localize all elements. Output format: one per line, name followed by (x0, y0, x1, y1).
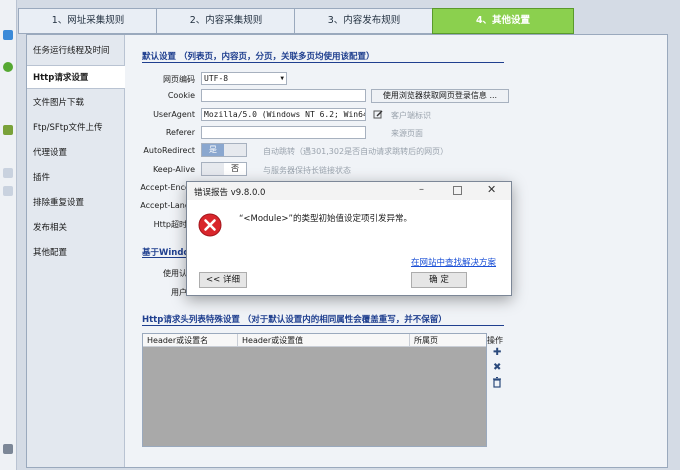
maximize-button[interactable] (453, 186, 462, 195)
tree-expand-icon[interactable] (3, 186, 13, 196)
column-header-value[interactable]: Header或设置值 (238, 334, 410, 347)
settings-sidebar: 任务运行线程及时间 Http请求设置 文件图片下载 Ftp/SFtp文件上传 代… (27, 35, 125, 467)
ops-label: 操作 (487, 336, 503, 345)
column-header-name[interactable]: Header或设置名 (143, 334, 238, 347)
keepalive-label: Keep-Alive (152, 165, 195, 174)
auth-user-label: 使用认 (163, 269, 187, 278)
referer-label: Referer (165, 128, 195, 137)
ok-button[interactable]: 确 定 (411, 272, 467, 288)
referer-input[interactable] (201, 126, 366, 139)
add-icon[interactable] (3, 125, 13, 135)
step-url-rules[interactable]: 1、网址采集规则 (18, 8, 158, 34)
sidebar-item-threads[interactable]: 任务运行线程及时间 (27, 39, 124, 63)
useragent-label: UserAgent (153, 110, 195, 119)
background-app-strip (0, 0, 17, 470)
error-icon (198, 213, 222, 237)
sidebar-item-plugins[interactable]: 插件 (27, 166, 124, 190)
edit-icon[interactable] (373, 109, 383, 119)
sidebar-item-http[interactable]: Http请求设置 (27, 65, 125, 89)
dialog-titlebar[interactable]: 错误报告 v9.8.0.0 – ✕ (187, 182, 511, 200)
encoding-label: 网页编码 (163, 75, 195, 84)
sidebar-item-publish[interactable]: 发布相关 (27, 216, 124, 240)
header-table[interactable]: Header或设置名 Header或设置值 所属页 (142, 333, 487, 447)
autoredirect-toggle[interactable]: 是 (201, 143, 247, 157)
tree-expand-icon[interactable] (3, 168, 13, 178)
scroll-arrow-icon[interactable] (3, 444, 13, 454)
sidebar-item-dedupe[interactable]: 排除重复设置 (27, 191, 124, 215)
useragent-hint: 客户端标识 (391, 111, 431, 120)
column-header-page[interactable]: 所属页 (410, 334, 486, 347)
sidebar-item-proxy[interactable]: 代理设置 (27, 141, 124, 165)
trash-icon[interactable] (492, 377, 502, 388)
delete-icon[interactable]: ✖ (493, 362, 501, 373)
error-message: “<Module>”的类型初始值设定项引发异常。 (239, 214, 412, 224)
dialog-title: 错误报告 v9.8.0.0 (194, 188, 266, 198)
sidebar-item-ftp[interactable]: Ftp/SFtp文件上传 (27, 116, 124, 140)
http-timeout-label: Http超时时 (153, 220, 195, 229)
error-dialog: 错误报告 v9.8.0.0 – ✕ “<Module>”的类型初始值设定项引发异… (186, 181, 512, 296)
autoredirect-label: AutoRedirect (143, 146, 195, 155)
cookie-input[interactable] (201, 89, 366, 102)
add-icon[interactable]: ✚ (493, 347, 501, 358)
useragent-input[interactable]: Mozilla/5.0 (Windows NT 6.2; Win64; x (201, 108, 366, 121)
sidebar-item-download[interactable]: 文件图片下载 (27, 91, 124, 115)
table-operations: 操作 ✚ ✖ (487, 333, 509, 445)
auth-user2-label: 用户 (171, 288, 187, 297)
close-button[interactable]: ✕ (487, 183, 496, 196)
default-settings-title: 默认设置 （列表页，内容页，分页，关联多页均使用该配置） (142, 52, 375, 62)
referer-hint: 来源页面 (391, 129, 423, 138)
wizard-steps: 1、网址采集规则 2、内容采集规则 3、内容发布规则 4、其他设置 (18, 8, 578, 34)
keepalive-hint: 与服务器保持长链接状态 (263, 166, 351, 175)
accept-encoding-label: Accept-Encod (140, 183, 195, 192)
app-icon (3, 30, 13, 40)
toggle-no: 否 (224, 163, 246, 175)
find-solution-link[interactable]: 在网站中查找解决方案 (411, 256, 496, 268)
accept-language-label: Accept-Langu (140, 201, 195, 210)
sidebar-item-other[interactable]: 其他配置 (27, 241, 124, 265)
dialog-body: “<Module>”的类型初始值设定项引发异常。 在网站中查找解决方案 << 详… (187, 200, 511, 295)
chevron-down-icon: ▼ (280, 75, 284, 82)
section-divider (142, 62, 504, 63)
keepalive-toggle[interactable]: 否 (201, 162, 247, 176)
run-icon[interactable] (3, 62, 13, 72)
cookie-label: Cookie (167, 91, 195, 100)
step-publish-rules[interactable]: 3、内容发布规则 (294, 8, 434, 34)
step-content-rules[interactable]: 2、内容采集规则 (156, 8, 296, 34)
minimize-button[interactable]: – (419, 184, 424, 195)
details-button[interactable]: << 详细 (199, 272, 247, 288)
header-table-title: Http请求头列表特殊设置 （对于默认设置内的相同属性会覆盖重写，并不保留） (142, 315, 447, 325)
browser-login-button[interactable]: 使用浏览器获取网页登录信息 ... (371, 89, 509, 103)
toggle-yes: 是 (202, 144, 224, 156)
encoding-select[interactable]: UTF-8 ▼ (201, 72, 287, 85)
section-divider (142, 325, 504, 326)
step-other-settings[interactable]: 4、其他设置 (432, 8, 574, 34)
autoredirect-hint: 自动跳转（遇301,302是否自动请求跳转后的网页） (263, 147, 449, 156)
toggle-no (224, 144, 246, 156)
toggle-yes (202, 163, 224, 175)
